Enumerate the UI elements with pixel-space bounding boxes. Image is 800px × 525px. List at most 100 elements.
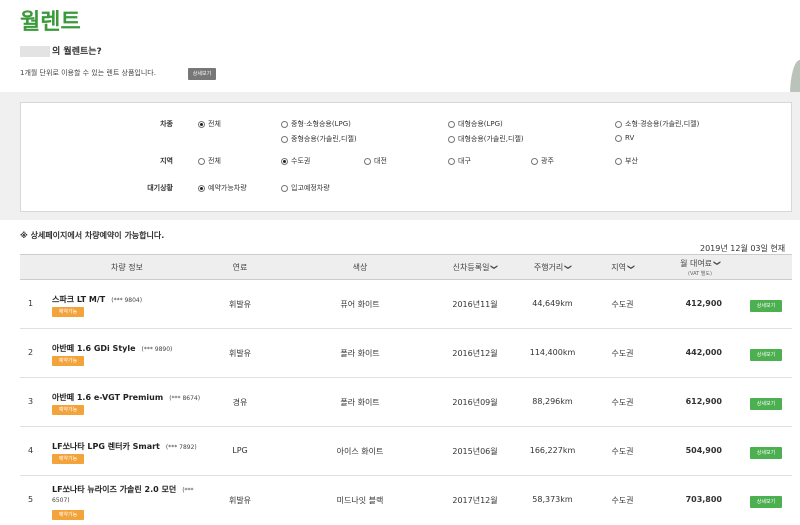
car-plate-continued: 6507) [52,497,70,504]
row-number: 3 [28,397,34,406]
detail-button[interactable]: 상세보기 [750,349,782,361]
color-cell: 아이스 화이트 [336,447,384,456]
chevron-down-icon: ❯ [712,260,721,266]
price-cell: 442,000 [685,348,722,357]
row-number: 1 [28,299,34,308]
region-cell: 수도권 [611,300,634,309]
header-region[interactable]: 지역 ❯ [595,255,650,279]
status-badge: 예약가능 [52,510,84,520]
table-row[interactable]: 2 아반떼 1.6 GDi Style (*** 9890) 예약가능 휘발유 폴… [20,329,792,378]
color-cell: 미드나잇 블랙 [336,496,384,505]
car-type-option-mid-small-lpg[interactable]: 중형·소형승용(LPG) [281,119,351,129]
mileage-cell: 58,373km [532,495,573,504]
car-name[interactable]: 아반떼 1.6 e-VGT Premium (*** 8674) [52,392,200,403]
region-option-capital[interactable]: 수도권 [281,156,310,166]
radio-icon[interactable] [281,135,288,143]
radio-icon[interactable] [531,157,538,165]
filter-label-car-type: 차종 [160,120,173,128]
reg-date-cell: 2016년12월 [452,349,498,358]
status-option-available[interactable]: 예약가능차량 [198,183,247,193]
price-cell: 504,900 [685,446,722,455]
color-cell: 폴라 화이트 [340,349,380,358]
status-badge: 예약가능 [52,454,84,464]
detail-button[interactable]: 상세보기 [750,447,782,459]
region-cell: 수도권 [611,398,634,407]
price-cell: 412,900 [685,299,722,308]
car-name[interactable]: LF쏘나타 LPG 렌터카 Smart (*** 7892) [52,441,197,452]
region-cell: 수도권 [611,447,634,456]
header-reg-date[interactable]: 신차등록일 ❯ [435,255,515,279]
region-cell: 수도권 [611,349,634,358]
car-type-option-large-gas[interactable]: 대형승용(가솔린,디젤) [448,134,524,144]
reg-date-cell: 2015년06월 [452,447,498,456]
fuel-cell: 휘발유 [228,496,252,505]
car-type-option-all[interactable]: 전체 [198,119,221,129]
radio-icon[interactable] [615,120,622,128]
fuel-cell: 경유 [232,398,248,407]
car-name[interactable]: 스파크 LT M/T (*** 9804) [52,294,142,305]
radio-icon[interactable] [364,157,371,165]
region-option-all[interactable]: 전체 [198,156,221,166]
reg-date-cell: 2017년12월 [452,496,498,505]
detail-button[interactable]: 상세보기 [750,398,782,410]
header-mileage[interactable]: 주행거리 ❯ [515,255,590,279]
car-type-option-small-gas[interactable]: 소형·경승용(가솔린,디젤) [615,119,699,129]
region-cell: 수도권 [611,496,634,505]
header-fuel: 연료 [232,262,248,272]
page-description: 1개월 단위로 이용할 수 있는 렌트 상품입니다. [20,69,156,77]
radio-icon[interactable] [198,120,205,128]
radio-icon[interactable] [281,184,288,192]
detail-button[interactable]: 상세보기 [750,496,782,508]
table-row[interactable]: 3 아반떼 1.6 e-VGT Premium (*** 8674) 예약가능 경… [20,378,792,427]
radio-icon[interactable] [281,120,288,128]
region-option-busan[interactable]: 부산 [615,156,638,166]
filter-label-region: 지역 [160,157,173,165]
table-row[interactable]: 5 LF쏘나타 뉴라이즈 가솔린 2.0 모던 (*** 6507) 예약가능 휘… [20,476,792,525]
color-cell: 퓨어 화이트 [340,300,380,309]
as-of-date: 2019년 12월 03일 현재 [700,244,786,253]
car-name[interactable]: LF쏘나타 뉴라이즈 가솔린 2.0 모던 (*** [52,484,194,495]
status-badge: 예약가능 [52,356,84,366]
mileage-cell: 44,649km [532,299,573,308]
status-option-incoming[interactable]: 입고예정차량 [281,183,330,193]
header-price[interactable]: 월 대여료 ❯ (VAT 별도) [660,255,740,279]
filter-box: 차종 전체 중형·소형승용(LPG) 대형승용(LPG) 소형·경승용(가솔린,… [20,102,792,212]
radio-icon[interactable] [198,184,205,192]
page-subtitle: 의 월렌트는? [20,44,102,57]
detail-button[interactable]: 상세보기 [750,300,782,312]
chevron-down-icon: ❯ [490,264,499,270]
radio-icon[interactable] [615,157,622,165]
region-option-gwangju[interactable]: 광주 [531,156,554,166]
radio-icon[interactable] [448,135,455,143]
fuel-cell: 휘발유 [228,349,252,358]
fuel-cell: LPG [232,446,248,455]
detail-button-small[interactable]: 상세보기 [188,68,216,80]
car-type-option-mid-gas[interactable]: 중형승용(가솔린,디젤) [281,134,357,144]
radio-icon[interactable] [448,120,455,128]
table-row[interactable]: 1 스파크 LT M/T (*** 9804) 예약가능 휘발유 퓨어 화이트 2… [20,280,792,329]
car-name[interactable]: 아반떼 1.6 GDi Style (*** 9890) [52,343,172,354]
reg-date-cell: 2016년11월 [452,300,498,309]
mileage-cell: 166,227km [529,446,576,455]
chevron-down-icon: ❯ [626,264,635,270]
fuel-cell: 휘발유 [228,300,252,309]
header-car: 차량 정보 [111,262,143,272]
reg-date-cell: 2016년09월 [452,398,498,407]
mileage-cell: 88,296km [532,397,573,406]
row-number: 2 [28,348,34,357]
car-type-option-rv[interactable]: RV [615,134,634,142]
region-option-daejeon[interactable]: 대전 [364,156,387,166]
blurred-name [20,46,50,57]
car-type-option-large-lpg[interactable]: 대형승용(LPG) [448,119,503,129]
table-row[interactable]: 4 LF쏘나타 LPG 렌터카 Smart (*** 7892) 예약가능 LPG… [20,427,792,476]
mileage-cell: 114,400km [529,348,576,357]
region-option-daegu[interactable]: 대구 [448,156,471,166]
price-cell: 612,900 [685,397,722,406]
price-cell: 703,800 [685,495,722,504]
row-number: 5 [28,495,34,504]
radio-icon[interactable] [448,157,455,165]
radio-icon[interactable] [198,157,205,165]
color-cell: 폴라 화이트 [340,398,380,407]
radio-icon[interactable] [281,157,288,165]
radio-icon[interactable] [615,134,622,142]
